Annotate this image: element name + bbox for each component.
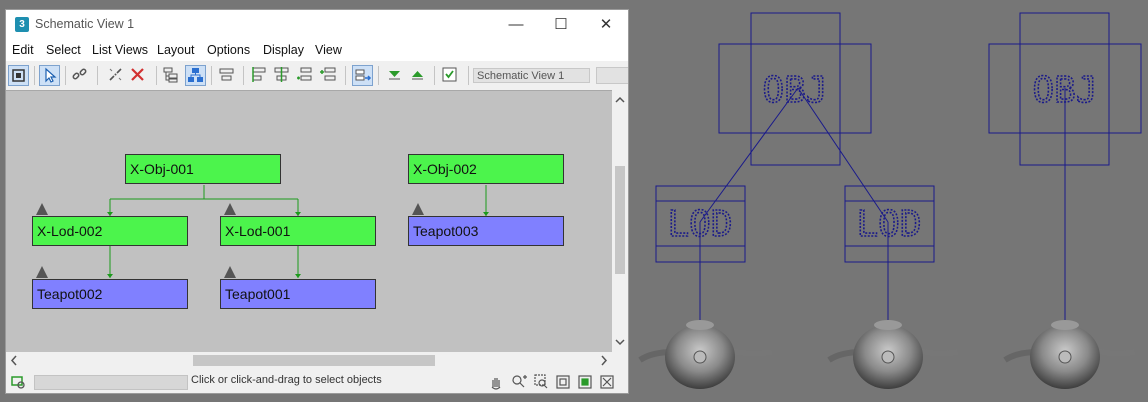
status-message: Click or click-and-drag to select object… <box>191 374 382 386</box>
collapse-icon[interactable] <box>408 65 429 86</box>
insert-node-icon[interactable] <box>319 65 340 86</box>
references-mode-icon[interactable] <box>185 65 206 86</box>
scroll-left-icon <box>10 355 17 366</box>
hierarchy-mode-icon[interactable] <box>161 65 182 86</box>
menu-list-views[interactable]: List Views <box>92 43 148 57</box>
horizontal-scrollbar[interactable] <box>6 352 612 369</box>
maximize-viewport-icon <box>600 375 614 389</box>
align-center-icon[interactable] <box>272 65 293 86</box>
view-name-field[interactable]: Schematic View 1 <box>473 68 590 83</box>
filter-icon[interactable] <box>440 65 461 86</box>
modifier-triangle-icon <box>36 203 48 215</box>
modifier-triangle-icon <box>224 266 236 278</box>
scroll-right-icon <box>601 355 608 366</box>
unlink-icon[interactable] <box>106 65 127 86</box>
insert-branch-icon[interactable] <box>295 65 316 86</box>
toolbar-overflow[interactable] <box>596 67 628 84</box>
zoom-icon <box>512 375 527 388</box>
teapot-mesh-1[interactable] <box>638 320 773 389</box>
vertical-scrollbar[interactable] <box>612 90 628 352</box>
menu-bar: Edit Select List Views Layout Options Di… <box>6 40 628 61</box>
node-x-obj-001[interactable]: X-Obj-001 <box>125 154 281 184</box>
display-floater-icon[interactable] <box>8 65 29 86</box>
zoom-extents-icon <box>556 375 570 389</box>
schematic-canvas[interactable]: X-Obj-001 X-Lod-002 X-Lod-001 Teapot002 … <box>6 90 612 353</box>
menu-layout[interactable]: Layout <box>157 43 195 57</box>
pan-icon <box>491 378 501 390</box>
node-x-lod-002[interactable]: X-Lod-002 <box>32 216 188 246</box>
lod-label: LOD <box>856 204 921 245</box>
status-input[interactable] <box>34 375 188 390</box>
align-left-icon[interactable] <box>250 65 271 86</box>
status-indicator-icon[interactable] <box>10 374 26 390</box>
toolbar: Schematic View 1 <box>6 62 628 91</box>
select-icon[interactable] <box>39 65 60 86</box>
teapot-mesh-3[interactable] <box>1003 320 1136 389</box>
preferences-icon[interactable] <box>352 65 373 86</box>
node-x-lod-001[interactable]: X-Lod-001 <box>220 216 376 246</box>
window-title: Schematic View 1 <box>35 17 135 31</box>
app-icon: 3 <box>15 17 29 32</box>
scroll-up-icon <box>615 96 625 103</box>
delete-icon[interactable] <box>128 65 149 86</box>
menu-options[interactable]: Options <box>207 43 250 57</box>
lod-label: LOD <box>667 204 732 245</box>
node-x-obj-002[interactable]: X-Obj-002 <box>408 154 564 184</box>
status-bar: Click or click-and-drag to select object… <box>6 370 628 393</box>
schematic-view-window: 3 Schematic View 1 — ☐ ✕ Edit Select Lis… <box>5 9 629 394</box>
minimize-button[interactable]: — <box>493 10 539 40</box>
horizontal-scroll-thumb <box>193 355 435 366</box>
zoom-extents-selected-icon <box>578 375 592 389</box>
expand-icon[interactable] <box>385 65 406 86</box>
obj-label: OBJ <box>1032 70 1097 111</box>
vertical-scroll-thumb <box>615 166 625 274</box>
modifier-triangle-icon <box>412 203 424 215</box>
title-bar[interactable]: 3 Schematic View 1 — ☐ ✕ <box>6 10 628 40</box>
node-teapot003[interactable]: Teapot003 <box>408 216 564 246</box>
teapot-mesh-2[interactable] <box>827 320 959 389</box>
maximize-button[interactable]: ☐ <box>538 10 584 40</box>
menu-view[interactable]: View <box>315 43 342 57</box>
connect-icon[interactable] <box>70 65 91 86</box>
node-teapot002[interactable]: Teapot002 <box>32 279 188 309</box>
obj-label: OBJ <box>762 70 827 111</box>
modifier-triangle-icon <box>224 203 236 215</box>
node-teapot001[interactable]: Teapot001 <box>220 279 376 309</box>
scroll-down-icon <box>615 339 625 346</box>
close-button[interactable]: ✕ <box>583 10 629 40</box>
modifier-triangle-icon <box>36 266 48 278</box>
menu-edit[interactable]: Edit <box>12 43 34 57</box>
zoom-region-icon <box>534 374 548 389</box>
menu-display[interactable]: Display <box>263 43 304 57</box>
align-icon[interactable] <box>217 65 238 86</box>
menu-select[interactable]: Select <box>46 43 81 57</box>
